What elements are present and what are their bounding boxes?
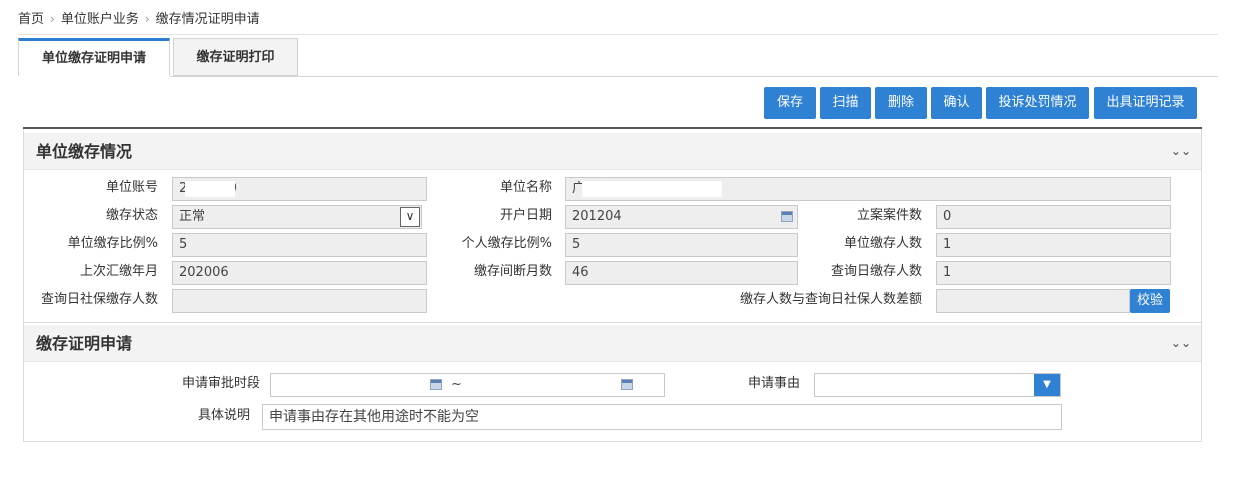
issue-record-button[interactable]: 出具证明记录 xyxy=(1094,87,1197,119)
calendar-icon[interactable] xyxy=(781,211,793,222)
unit-name-field: 广州市 xyxy=(565,177,1171,201)
redaction-mask xyxy=(185,181,235,197)
case-count-field: 0 xyxy=(936,205,1171,229)
social-count-label: 查询日社保缴存人数 xyxy=(40,292,158,307)
calendar-icon[interactable] xyxy=(621,379,633,390)
tab-unit-deposit-certificate-application[interactable]: 单位缴存证明申请 xyxy=(18,38,170,76)
desc-input[interactable]: 申请事由存在其他用途时不能为空 xyxy=(262,404,1062,430)
deposit-status-label: 缴存状态 xyxy=(105,208,158,223)
breadcrumb-current: 缴存情况证明申请 xyxy=(155,12,260,27)
calendar-icon[interactable] xyxy=(430,379,442,390)
double-chevron-down-icon[interactable]: ⌄⌄ xyxy=(1171,325,1191,362)
chevron-right-icon: › xyxy=(144,12,150,26)
unit-count-field: 1 xyxy=(936,233,1171,257)
desc-label: 具体说明 xyxy=(197,408,250,423)
query-count-label: 查询日缴存人数 xyxy=(830,264,922,279)
scan-button[interactable]: 扫描 xyxy=(820,87,871,119)
section-header-deposit-status[interactable]: 单位缴存情况 ⌄⌄ xyxy=(24,133,1201,170)
unit-count-label: 单位缴存人数 xyxy=(843,236,922,251)
verify-button[interactable]: 校验 xyxy=(1130,289,1170,313)
section-divider xyxy=(24,322,1201,323)
social-count-field xyxy=(172,289,427,313)
gap-months-field: 46 xyxy=(565,261,798,285)
unit-ratio-field: 5 xyxy=(172,233,427,257)
reason-label: 申请事由 xyxy=(747,376,800,391)
last-month-field: 202006 xyxy=(172,261,427,285)
save-button[interactable]: 保存 xyxy=(764,87,816,119)
double-chevron-down-icon[interactable]: ⌄⌄ xyxy=(1171,133,1191,170)
period-separator: ~ xyxy=(451,377,462,392)
period-label: 申请审批时段 xyxy=(181,376,260,391)
chevron-right-icon: › xyxy=(50,12,55,26)
personal-ratio-label: 个人缴存比例% xyxy=(461,236,552,251)
delete-button[interactable]: 删除 xyxy=(875,87,927,119)
unit-name-label: 单位名称 xyxy=(499,180,552,195)
query-count-field: 1 xyxy=(936,261,1171,285)
unit-ratio-label: 单位缴存比例% xyxy=(67,236,158,251)
tab-deposit-certificate-print[interactable]: 缴存证明打印 xyxy=(173,38,298,76)
reason-select[interactable]: ▼ xyxy=(814,373,1061,397)
open-date-label: 开户日期 xyxy=(499,208,552,223)
breadcrumb: 首页 › 单位账户业务 › 缴存情况证明申请 xyxy=(18,10,260,28)
breadcrumb-divider xyxy=(18,34,1218,35)
period-range-input[interactable]: ~ xyxy=(270,373,665,397)
section-header-certificate-application[interactable]: 缴存证明申请 ⌄⌄ xyxy=(24,325,1201,362)
complaint-penalty-button[interactable]: 投诉处罚情况 xyxy=(986,87,1089,119)
account-no-field: 2440000 xyxy=(172,177,427,201)
deposit-status-select[interactable]: 正常 ∨ xyxy=(172,205,422,229)
case-count-label: 立案案件数 xyxy=(856,208,922,223)
open-date-value: 201204 xyxy=(572,209,622,224)
last-month-label: 上次汇缴年月 xyxy=(79,264,158,279)
account-no-label: 单位账号 xyxy=(105,180,158,195)
breadcrumb-home[interactable]: 首页 xyxy=(18,12,44,27)
confirm-button[interactable]: 确认 xyxy=(931,87,982,119)
deposit-status-value: 正常 xyxy=(179,209,206,224)
redaction-mask xyxy=(582,181,722,197)
diff-field xyxy=(936,289,1130,313)
chevron-down-icon[interactable]: ∨ xyxy=(400,207,420,227)
open-date-field[interactable]: 201204 xyxy=(565,205,798,229)
personal-ratio-field: 5 xyxy=(565,233,798,257)
section-title: 单位缴存情况 xyxy=(36,142,133,161)
breadcrumb-unit-account[interactable]: 单位账户业务 xyxy=(61,12,139,27)
gap-months-label: 缴存间断月数 xyxy=(473,264,552,279)
tab-bar-divider xyxy=(170,76,1218,77)
section-title: 缴存证明申请 xyxy=(36,334,133,353)
diff-label: 缴存人数与查询日社保人数差额 xyxy=(739,292,922,307)
chevron-down-icon[interactable]: ▼ xyxy=(1034,374,1060,396)
